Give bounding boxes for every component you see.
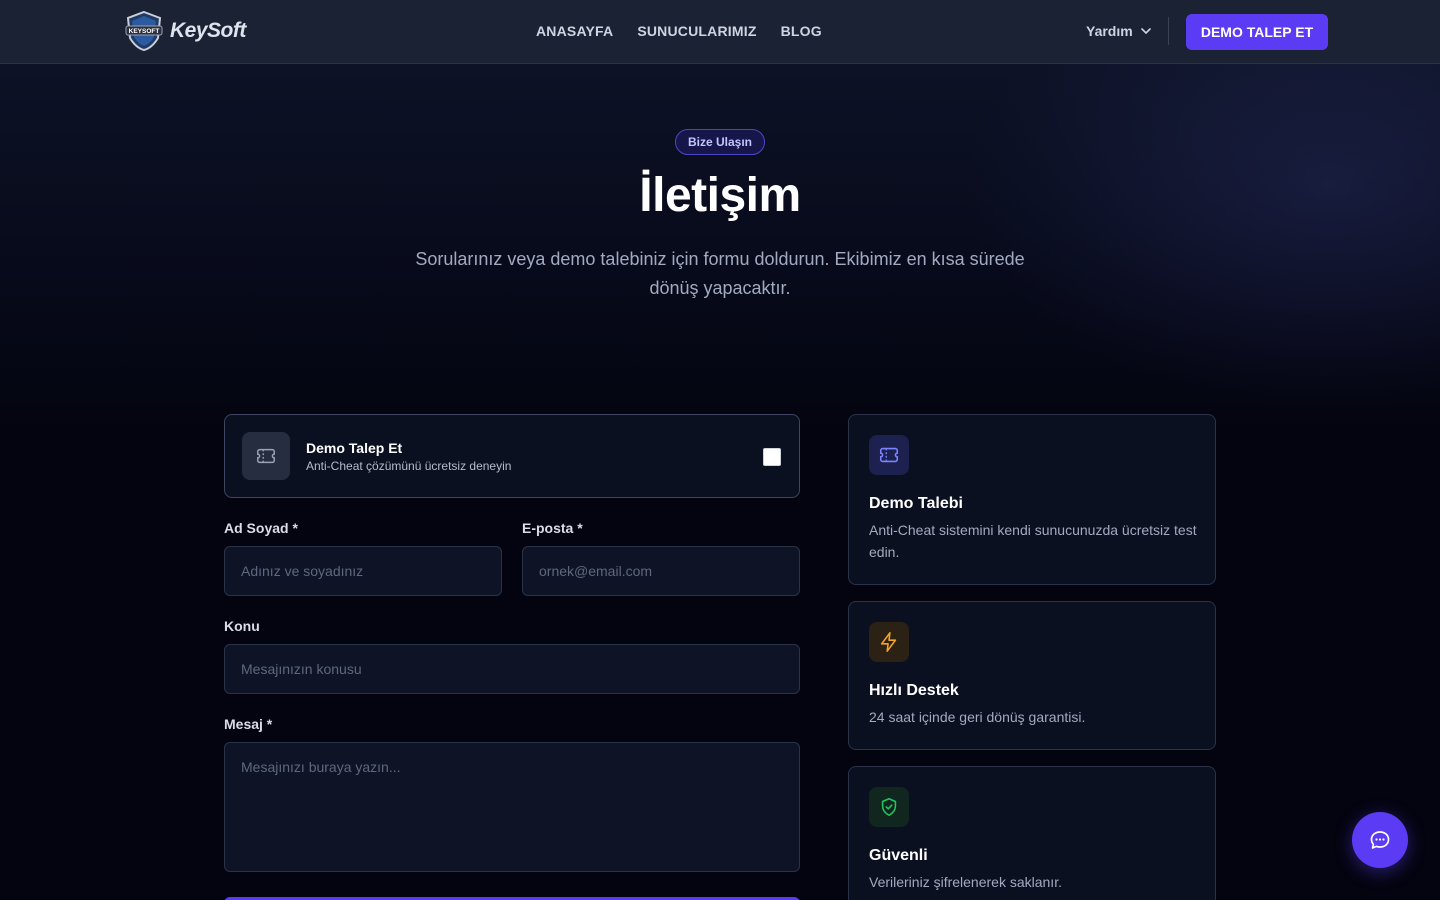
top-navbar: KEYSOFT KeySoft ANASAYFA SUNUCULARIMIZ B… xyxy=(0,0,1440,64)
logo[interactable]: KEYSOFT KeySoft xyxy=(124,10,246,52)
info-card-security: Güvenli Verileriniz şifrelenerek saklanı… xyxy=(848,766,1216,900)
lightning-icon xyxy=(880,632,897,652)
demo-card-subtitle: Anti-Cheat çözümünü ücretsiz deneyin xyxy=(306,459,512,473)
info-card-demo: Demo Talebi Anti-Cheat sistemini kendi s… xyxy=(848,414,1216,585)
page-subtitle: Sorularınız veya demo talebiniz için for… xyxy=(415,249,1025,298)
info-card-title: Güvenli xyxy=(869,847,928,864)
info-card-text: Verileriniz şifrelenerek saklanır. xyxy=(869,874,1062,890)
message-textarea[interactable] xyxy=(224,742,800,872)
shield-check-icon xyxy=(881,797,897,817)
help-label: Yardım xyxy=(1086,23,1133,39)
nav-link-home[interactable]: ANASAYFA xyxy=(536,23,613,39)
chevron-down-icon xyxy=(1140,28,1151,34)
subject-input[interactable] xyxy=(224,644,800,694)
info-card-title: Hızlı Destek xyxy=(869,682,959,699)
ticket-icon xyxy=(257,448,275,464)
info-icon-box xyxy=(869,787,909,827)
main-nav: ANASAYFA SUNUCULARIMIZ BLOG xyxy=(536,23,822,39)
demo-card-icon-box xyxy=(242,432,290,480)
email-label: E-posta * xyxy=(522,520,583,536)
chat-bubble-icon xyxy=(1370,831,1390,849)
info-card-support: Hızlı Destek 24 saat içinde geri dönüş g… xyxy=(848,601,1216,750)
name-label: Ad Soyad * xyxy=(224,520,298,536)
ticket-icon xyxy=(879,447,899,463)
demo-request-toggle-card[interactable]: Demo Talep Et Anti-Cheat çözümünü ücrets… xyxy=(224,414,800,498)
subject-label: Konu xyxy=(224,618,260,634)
page-title: İletişim xyxy=(639,169,801,222)
info-card-text: Anti-Cheat sistemini kendi sunucunuzda ü… xyxy=(869,522,1197,560)
name-input[interactable] xyxy=(224,546,502,596)
logo-text: KeySoft xyxy=(170,19,246,42)
demo-card-title: Demo Talep Et xyxy=(306,440,403,456)
demo-request-checkbox[interactable] xyxy=(763,448,781,466)
chat-button[interactable] xyxy=(1352,812,1408,868)
info-icon-box xyxy=(869,622,909,662)
info-card-text: 24 saat içinde geri dönüş garantisi. xyxy=(869,709,1086,725)
nav-divider xyxy=(1168,17,1169,45)
nav-link-blog[interactable]: BLOG xyxy=(781,23,822,39)
nav-link-servers[interactable]: SUNUCULARIMIZ xyxy=(637,23,756,39)
contact-badge: Bize Ulaşın xyxy=(675,129,765,155)
email-input[interactable] xyxy=(522,546,800,596)
shield-logo-icon: KEYSOFT xyxy=(125,10,163,52)
message-label: Mesaj * xyxy=(224,716,273,732)
logo-badge-text: KEYSOFT xyxy=(129,28,160,35)
info-card-title: Demo Talebi xyxy=(869,495,963,512)
demo-request-button[interactable]: DEMO TALEP ET xyxy=(1186,14,1328,50)
help-dropdown[interactable]: Yardım xyxy=(1086,23,1153,39)
info-icon-box xyxy=(869,435,909,475)
